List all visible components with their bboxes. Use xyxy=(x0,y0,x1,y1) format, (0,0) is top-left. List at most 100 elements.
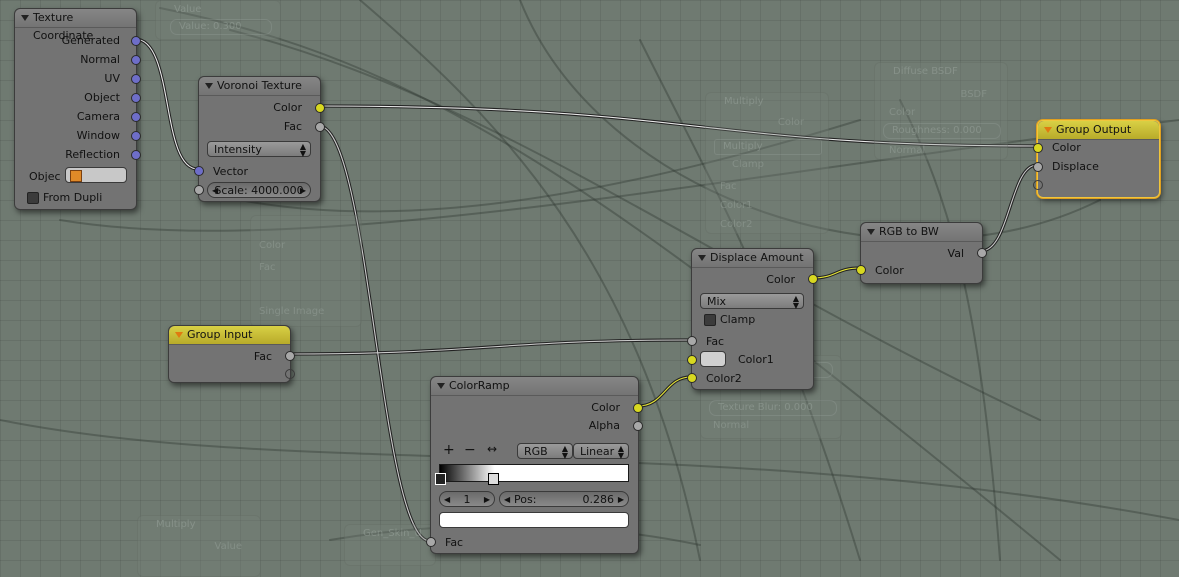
increment-arrow-icon[interactable]: ▶ xyxy=(484,492,490,507)
socket-rgb-to-bw-color[interactable] xyxy=(856,265,866,275)
flip-ramp-icon[interactable]: ↔ xyxy=(487,442,497,456)
increment-arrow-icon[interactable]: ▶ xyxy=(618,492,624,507)
socket-group-output-empty[interactable] xyxy=(1033,180,1043,190)
group-output-header[interactable]: Group Output xyxy=(1038,121,1159,140)
socket-group-input-fac[interactable] xyxy=(285,351,295,361)
color1-swatch[interactable] xyxy=(700,351,726,367)
voronoi-output-fac: Fac xyxy=(283,120,302,133)
stop-position-field[interactable]: ◀ Pos: 0.286 ▶ xyxy=(499,491,629,507)
socket-window[interactable] xyxy=(131,131,141,141)
voronoi-title: Voronoi Texture xyxy=(217,79,302,92)
decrement-arrow-icon[interactable]: ◀ xyxy=(504,492,510,507)
voronoi-coloring-dropdown[interactable]: Intensity ▲ ▼ xyxy=(207,141,311,158)
texture-coordinate-header[interactable]: Texture Coordinate xyxy=(15,9,136,42)
background-diffuse-normal: Normal xyxy=(889,145,926,156)
collapse-triangle-icon[interactable] xyxy=(205,83,213,89)
socket-displace-color2[interactable] xyxy=(687,373,697,383)
remove-stop-icon[interactable]: − xyxy=(464,442,476,458)
socket-displace-color-out[interactable] xyxy=(808,274,818,284)
background-multiply-fac: Fac xyxy=(720,181,737,192)
color-ramp-header[interactable]: ColorRamp xyxy=(431,377,638,396)
socket-group-output-displace[interactable] xyxy=(1033,162,1043,172)
socket-camera[interactable] xyxy=(131,112,141,122)
socket-voronoi-color[interactable] xyxy=(315,103,325,113)
tc-object-field[interactable] xyxy=(65,167,127,183)
background-glossy-texblur: Texture Blur: 0.000 xyxy=(709,400,837,416)
background-bottom-multiply: Multiply Value xyxy=(137,515,261,577)
socket-color-ramp-alpha[interactable] xyxy=(633,421,643,431)
collapse-triangle-icon[interactable] xyxy=(437,383,445,389)
socket-uv[interactable] xyxy=(131,74,141,84)
color-mode-dropdown[interactable]: RGB ▲ ▼ xyxy=(517,443,573,460)
displace-input-color1: Color1 xyxy=(738,353,774,366)
displace-amount-node[interactable]: Displace Amount Color Mix ▲ ▼ Clamp Fac Co… xyxy=(687,248,818,390)
rgb-to-bw-input: Color xyxy=(875,264,904,277)
ramp-stop-black[interactable] xyxy=(435,473,446,485)
object-cube-icon xyxy=(70,170,82,182)
socket-voronoi-vector[interactable] xyxy=(194,166,204,176)
decrement-arrow-icon[interactable]: ◀ xyxy=(444,492,450,507)
increment-arrow-icon[interactable]: ▶ xyxy=(300,183,306,198)
from-dupli-checkbox[interactable] xyxy=(27,192,39,204)
rgb-to-bw-node[interactable]: RGB to BW Val Color xyxy=(856,222,987,284)
socket-color-ramp-color[interactable] xyxy=(633,403,643,413)
background-gen-skin: Gen_Skin_U xyxy=(344,524,436,566)
socket-displace-fac[interactable] xyxy=(687,336,697,346)
interpolation-dropdown[interactable]: Linear ▲ ▼ xyxy=(573,443,629,460)
tc-output-camera: Camera xyxy=(76,110,120,123)
background-multiply-c1: Color1 xyxy=(720,200,753,211)
stop-index-value: 1 xyxy=(463,493,471,506)
background-left-ghost: Color Fac Single Image xyxy=(250,215,362,327)
voronoi-scale-field[interactable]: ◀ Scale: 4000.000 ▶ xyxy=(207,182,311,198)
background-left-color: Color xyxy=(259,240,286,251)
socket-normal[interactable] xyxy=(131,55,141,65)
rgb-to-bw-output: Val xyxy=(947,247,964,260)
dropdown-arrows-icon: ▲ ▼ xyxy=(617,444,624,460)
decrement-arrow-icon[interactable]: ◀ xyxy=(212,183,218,198)
color-ramp-gradient[interactable] xyxy=(439,464,629,482)
socket-voronoi-fac[interactable] xyxy=(315,122,325,132)
socket-reflection[interactable] xyxy=(131,150,141,160)
voronoi-texture-node[interactable]: Voronoi Texture Color Fac Intensity ▲ ▼ Ve… xyxy=(194,76,325,202)
voronoi-vector-label: Vector xyxy=(213,165,249,178)
background-multiply-title: Multiply xyxy=(724,96,764,107)
socket-group-output-color[interactable] xyxy=(1033,143,1043,153)
socket-object[interactable] xyxy=(131,93,141,103)
ramp-stop-white[interactable] xyxy=(488,473,499,485)
voronoi-header[interactable]: Voronoi Texture xyxy=(199,77,320,96)
group-output-color: Color xyxy=(1052,141,1081,154)
socket-displace-color1[interactable] xyxy=(687,355,697,365)
stop-index-field[interactable]: ◀ 1 ▶ xyxy=(439,491,495,507)
color-ramp-node[interactable]: ColorRamp Color Alpha + − ↔ RGB ▲ ▼ Linear… xyxy=(426,376,643,554)
tc-output-object: Object xyxy=(84,91,120,104)
rgb-to-bw-header[interactable]: RGB to BW xyxy=(861,223,982,242)
collapse-triangle-icon[interactable] xyxy=(698,255,706,261)
socket-rgb-to-bw-val[interactable] xyxy=(977,248,987,258)
collapse-triangle-icon[interactable] xyxy=(21,15,29,21)
from-dupli-label: From Dupli xyxy=(43,191,103,204)
background-value-node: Value Value: 0.300 xyxy=(155,0,281,40)
clamp-checkbox[interactable] xyxy=(704,314,716,326)
texture-coordinate-node[interactable]: Texture Coordinate Generated Normal UV O… xyxy=(14,8,141,210)
add-stop-icon[interactable]: + xyxy=(443,442,455,458)
collapse-triangle-icon[interactable] xyxy=(1044,127,1052,133)
socket-voronoi-scale[interactable] xyxy=(194,185,204,195)
rgb-to-bw-title: RGB to BW xyxy=(879,225,939,238)
tc-object-label: Objec xyxy=(29,170,61,183)
interpolation-value: Linear xyxy=(580,445,615,458)
stop-position-label: Pos: xyxy=(514,493,537,506)
socket-group-input-empty[interactable] xyxy=(285,369,295,379)
socket-color-ramp-fac[interactable] xyxy=(426,537,436,547)
background-multiply-clamp: Clamp xyxy=(732,159,764,170)
stop-color-swatch[interactable] xyxy=(439,512,629,528)
displace-amount-header[interactable]: Displace Amount xyxy=(692,249,813,268)
displace-amount-output: Color xyxy=(766,273,795,286)
group-output-node[interactable]: Group Output Color Displace xyxy=(1033,120,1160,198)
collapse-triangle-icon[interactable] xyxy=(175,332,183,338)
clamp-label: Clamp xyxy=(720,313,756,326)
blend-mode-dropdown[interactable]: Mix ▲ ▼ xyxy=(700,293,804,310)
socket-generated[interactable] xyxy=(131,36,141,46)
group-input-node[interactable]: Group Input Fac xyxy=(168,325,295,383)
group-input-header[interactable]: Group Input xyxy=(169,326,290,345)
collapse-triangle-icon[interactable] xyxy=(867,229,875,235)
